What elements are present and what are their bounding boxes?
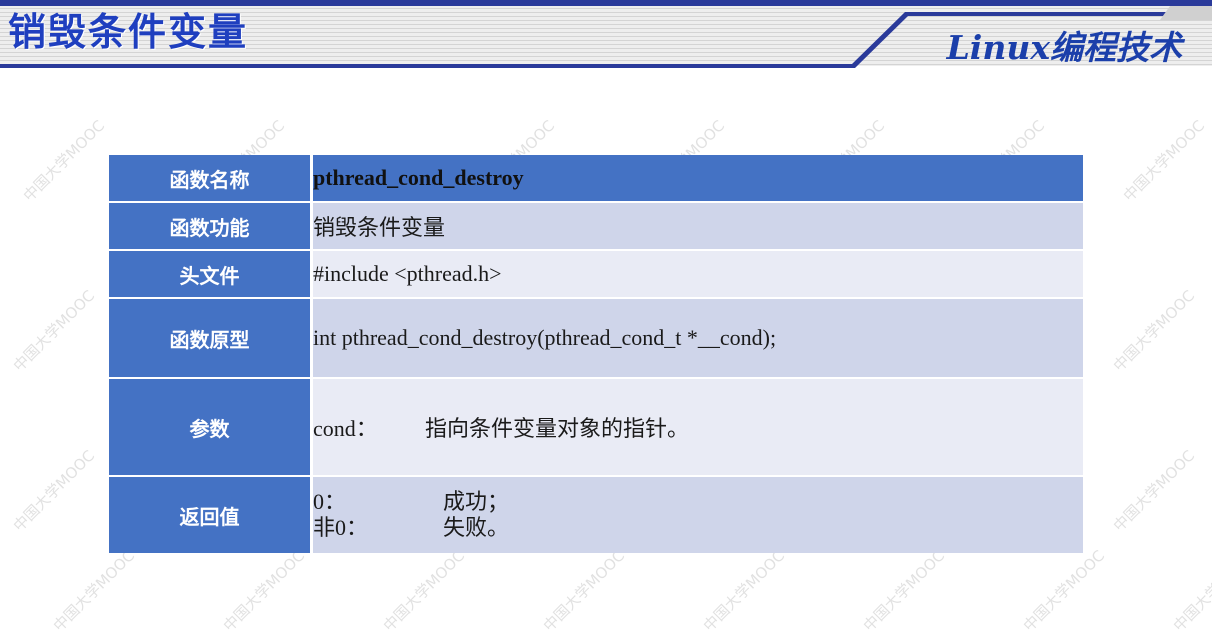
watermark: 中国大学MOOC: [19, 116, 109, 206]
row-function-purpose: 函数功能 销毁条件变量: [109, 203, 1083, 249]
watermark: 中国大学MOOC: [1109, 286, 1199, 376]
watermark: 中国大学MOOC: [9, 446, 99, 536]
watermark: 中国大学MOOC: [1019, 546, 1109, 636]
return-desc: 成功；: [443, 489, 510, 514]
watermark: 中国大学MOOC: [699, 546, 789, 636]
function-info-table: 函数名称 pthread_cond_destroy 函数功能 销毁条件变量 头文…: [109, 153, 1083, 555]
label-function-purpose: 函数功能: [109, 203, 313, 249]
label-header-file: 头文件: [109, 251, 313, 297]
watermark: 中国大学MOOC: [9, 286, 99, 376]
return-key: 非0：: [313, 515, 369, 540]
param-name: cond：: [313, 416, 378, 441]
row-function-name: 函数名称 pthread_cond_destroy: [109, 155, 1083, 201]
label-parameters: 参数: [109, 379, 313, 475]
row-return-value: 返回值 0： 成功； 非0： 失败。: [109, 477, 1083, 553]
label-function-name: 函数名称: [109, 155, 313, 201]
row-prototype: 函数原型 int pthread_cond_destroy(pthread_co…: [109, 299, 1083, 377]
slide-title: 销毁条件变量: [8, 9, 249, 54]
return-line-success: 0： 成功；: [313, 489, 1083, 515]
value-function-purpose: 销毁条件变量: [313, 203, 1083, 249]
watermark: 中国大学MOOC: [379, 546, 469, 636]
watermark: 中国大学MOOC: [1119, 116, 1209, 206]
value-return-value: 0： 成功； 非0： 失败。: [313, 477, 1083, 553]
label-return-value: 返回值: [109, 477, 313, 553]
return-key: 0：: [313, 489, 347, 514]
title-banner: 销毁条件变量 Linux编程技术: [0, 0, 1212, 70]
watermark: 中国大学MOOC: [539, 546, 629, 636]
value-prototype: int pthread_cond_destroy(pthread_cond_t …: [313, 299, 1083, 377]
return-line-failure: 非0： 失败。: [313, 515, 1083, 541]
row-header-file: 头文件 #include <pthread.h>: [109, 251, 1083, 297]
value-parameters: cond： 指向条件变量对象的指针。: [313, 379, 1083, 475]
return-desc: 失败。: [443, 515, 510, 540]
course-label: Linux编程技术: [946, 28, 1182, 67]
watermark: 中国大学MOOC: [859, 546, 949, 636]
watermark: 中国大学MOOC: [219, 546, 309, 636]
row-parameters: 参数 cond： 指向条件变量对象的指针。: [109, 379, 1083, 475]
watermark: 中国大学MOOC: [1169, 546, 1212, 636]
param-description: 指向条件变量对象的指针。: [425, 416, 690, 441]
watermark: 中国大学MOOC: [49, 546, 139, 636]
value-function-name: pthread_cond_destroy: [313, 155, 1083, 201]
label-prototype: 函数原型: [109, 299, 313, 377]
watermark: 中国大学MOOC: [1109, 446, 1199, 536]
value-header-file: #include <pthread.h>: [313, 251, 1083, 297]
